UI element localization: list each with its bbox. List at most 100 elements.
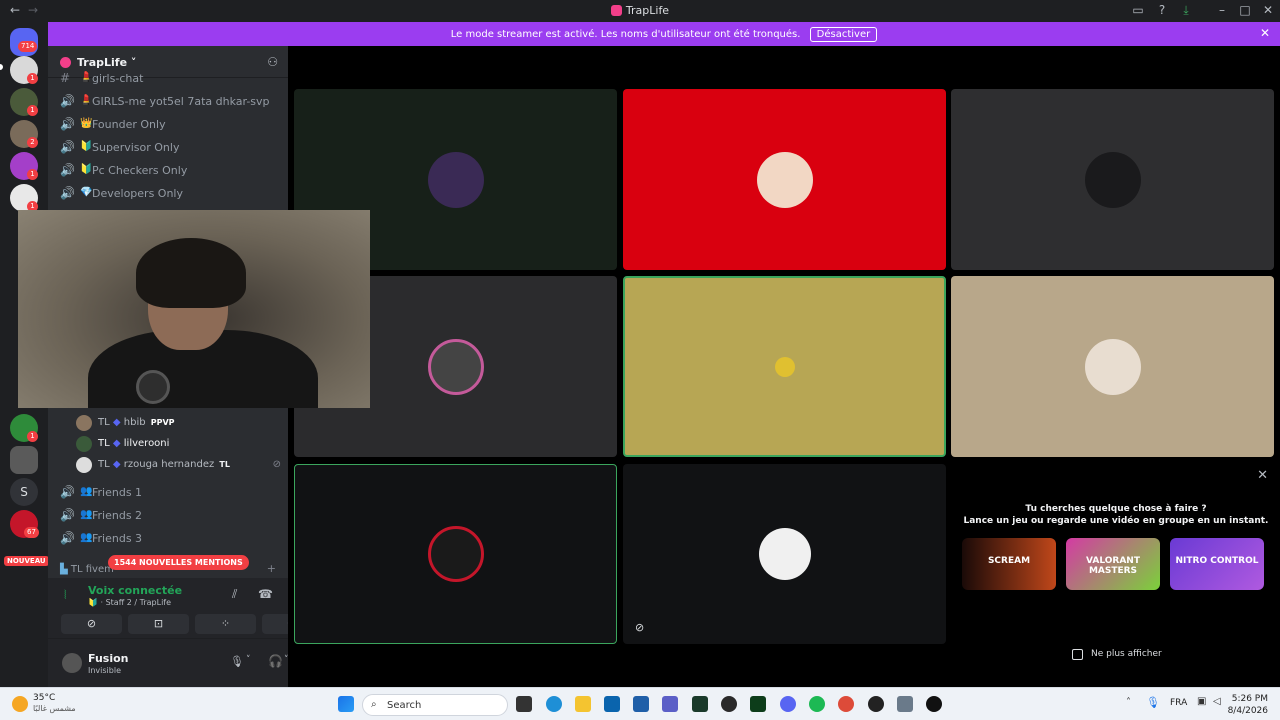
- activities-button[interactable]: ⁘: [195, 614, 256, 634]
- participant-avatar: [427, 526, 484, 582]
- member-name: lilverooni: [123, 438, 170, 449]
- store-icon[interactable]: [633, 696, 649, 712]
- category-fivem[interactable]: ▙ TL fivem: [60, 564, 114, 575]
- participant-tile[interactable]: [951, 276, 1274, 457]
- noise-suppression-icon[interactable]: ⫽: [232, 587, 237, 602]
- network-icon[interactable]: ▣: [1197, 696, 1206, 707]
- voice-channel-icon: 🔊: [60, 186, 75, 200]
- task-view-icon[interactable]: [516, 696, 532, 712]
- screen-share-button[interactable]: ⊡: [128, 614, 189, 634]
- voice-member[interactable]: TL ◆ rzouga hernandez TL ⊘: [76, 456, 281, 476]
- clock[interactable]: 5:26 PM 8/4/2026: [1228, 693, 1268, 717]
- voice-member[interactable]: TL ◆ hbib PPVP: [76, 414, 281, 434]
- weather-temp: 35°C: [33, 693, 56, 703]
- settings-icon[interactable]: [897, 696, 913, 712]
- inbox-icon[interactable]: ▭: [1130, 3, 1146, 17]
- avatar: [76, 415, 92, 431]
- server-badge: 1: [27, 431, 38, 442]
- channel-developers-only[interactable]: 🔊 💎 Developers Only: [56, 183, 282, 205]
- activity-title: Tu cherches quelque chose à faire ?: [1025, 504, 1207, 514]
- microphone-icon[interactable]: 🎙: [230, 655, 244, 668]
- unread-pip: [0, 64, 3, 70]
- participant-tile[interactable]: [623, 89, 946, 270]
- dont-show-checkbox[interactable]: [1072, 649, 1083, 660]
- camera-button[interactable]: ⊘: [61, 614, 122, 634]
- microphone-tray-icon[interactable]: 🎙: [1146, 696, 1160, 709]
- participant-tile[interactable]: [951, 89, 1274, 270]
- activity-card-valorant[interactable]: VALORANT MASTERS: [1066, 538, 1160, 590]
- activity-card-scream[interactable]: SCREAM: [962, 538, 1056, 590]
- file-explorer-icon[interactable]: [575, 696, 591, 712]
- voice-status[interactable]: Voix connectée: [88, 584, 182, 597]
- close-icon[interactable]: ✕: [1257, 468, 1268, 483]
- user-name: Fusion: [88, 652, 129, 665]
- participant-tile-speaking[interactable]: [623, 276, 946, 457]
- search-icon: ⌕: [371, 699, 377, 710]
- user-panel: Fusion Invisible 🎙 ˅ 🎧 ˅ ⚙: [48, 638, 316, 687]
- channel-label: girls-chat: [92, 72, 144, 85]
- channel-friends-2[interactable]: 🔊 👥 Friends 2: [56, 505, 282, 527]
- server-letter-icon[interactable]: S: [10, 478, 38, 506]
- channel-pc-checkers-only[interactable]: 🔊 🔰 Pc Checkers Only: [56, 160, 282, 182]
- participant-avatar: [758, 528, 811, 580]
- channel-label: Founder Only: [92, 118, 166, 131]
- volume-icon[interactable]: ◁: [1213, 696, 1221, 707]
- microphone-icon: [136, 370, 170, 404]
- server-icon[interactable]: [10, 446, 38, 474]
- chevron-down-icon[interactable]: ˅: [246, 655, 251, 665]
- activity-card-nitro[interactable]: NITRO CONTROL: [1170, 538, 1264, 590]
- channel-friends-3[interactable]: 🔊 👥 Friends 3: [56, 528, 282, 550]
- app-icon[interactable]: [868, 696, 884, 712]
- voice-stage: ⊘ ✕ Tu cherches quelque chose à faire ? …: [288, 46, 1280, 687]
- participant-tile-speaking[interactable]: [294, 464, 617, 644]
- channel-label: Supervisor Only: [92, 141, 180, 154]
- channel-girls-voice[interactable]: 🔊 💄 GIRLS-me yot5el 7ata dhkar-svp: [56, 91, 282, 113]
- add-member-icon[interactable]: ⚇: [267, 55, 278, 69]
- media-player-icon[interactable]: [926, 696, 942, 712]
- server-badge: 2: [27, 137, 38, 148]
- channel-supervisor-only[interactable]: 🔊 🔰 Supervisor Only: [56, 137, 282, 159]
- outlook-icon[interactable]: [604, 696, 620, 712]
- participant-tile[interactable]: ⊘: [623, 464, 946, 644]
- headphones-icon[interactable]: 🎧: [268, 654, 283, 668]
- user-status: Invisible: [88, 666, 121, 675]
- download-icon[interactable]: ⤓: [1178, 3, 1194, 18]
- window-title: TrapLife: [0, 4, 1280, 17]
- edge-icon[interactable]: [546, 696, 562, 712]
- chrome-icon[interactable]: [838, 696, 854, 712]
- voice-member[interactable]: TL ◆ lilverooni: [76, 435, 281, 455]
- spotify-icon[interactable]: [809, 696, 825, 712]
- minimize-icon[interactable]: –: [1214, 3, 1230, 17]
- add-channel-icon[interactable]: +: [267, 562, 276, 575]
- channel-friends-1[interactable]: 🔊 👥 Friends 1: [56, 482, 282, 504]
- app-icon[interactable]: [721, 696, 737, 712]
- voice-channel-icon: 🔊: [60, 508, 75, 522]
- help-icon[interactable]: ?: [1154, 3, 1170, 17]
- user-avatar[interactable]: [62, 653, 82, 673]
- participant-avatar: [1084, 151, 1141, 208]
- close-window-icon[interactable]: ✕: [1260, 3, 1276, 17]
- new-badge[interactable]: NOUVEAU: [4, 556, 49, 566]
- discord-icon[interactable]: [780, 696, 796, 712]
- app-icon[interactable]: [750, 696, 766, 712]
- weather-icon[interactable]: [12, 696, 28, 712]
- maximize-icon[interactable]: □: [1237, 3, 1253, 17]
- folder-icon: ▙: [60, 564, 68, 575]
- channel-founder-only[interactable]: 🔊 👑 Founder Only: [56, 114, 282, 136]
- disconnect-icon[interactable]: ☎: [258, 587, 273, 601]
- channel-girls-chat[interactable]: # 💄 girls-chat: [56, 68, 282, 90]
- member-tag: TL: [219, 460, 230, 469]
- participant-avatar: [756, 151, 813, 208]
- app-icon[interactable]: [692, 696, 708, 712]
- participant-avatar: [774, 356, 795, 377]
- chevron-up-icon[interactable]: ˄: [1126, 697, 1131, 708]
- start-icon[interactable]: [338, 696, 354, 712]
- mentions-pill[interactable]: 1544 NOUVELLES MENTIONS: [108, 555, 249, 570]
- teams-icon[interactable]: [662, 696, 678, 712]
- disable-streamer-button[interactable]: Désactiver: [809, 27, 878, 42]
- language-indicator[interactable]: FRA: [1170, 698, 1187, 708]
- server-badge: 1: [27, 169, 38, 180]
- banner-close-icon[interactable]: ✕: [1260, 26, 1270, 40]
- taskbar-search[interactable]: ⌕ Search: [362, 694, 508, 716]
- app-logo-icon: [610, 5, 622, 16]
